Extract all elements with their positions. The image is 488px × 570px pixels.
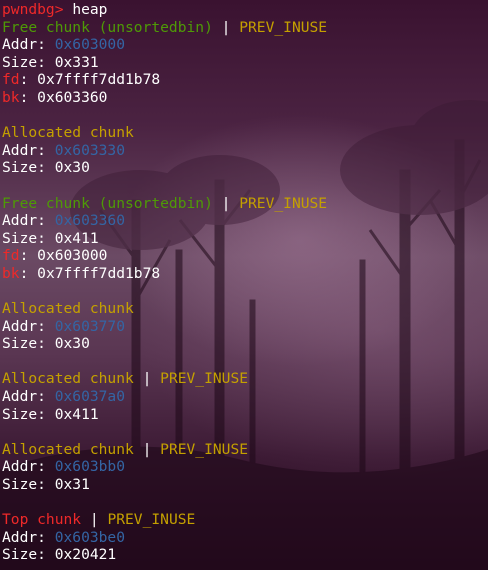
chunk-size: 0x31 <box>54 476 90 494</box>
size-label: Size: <box>2 229 55 247</box>
chunk-type: Allocated chunk <box>2 440 134 458</box>
separator: | <box>212 18 240 36</box>
chunk-header: Allocated chunk <box>2 124 488 142</box>
chunk-type: Allocated chunk <box>2 370 134 388</box>
fd-label: fd <box>2 247 20 265</box>
chunk-size: 0x411 <box>54 405 99 423</box>
separator: | <box>133 440 161 458</box>
chunk-flag: PREV_INUSE <box>239 194 328 212</box>
chunk-addr-line: Addr: 0x603be0 <box>2 529 488 547</box>
colon: : <box>19 71 38 89</box>
chunk-addr: 0x6037a0 <box>54 388 126 406</box>
size-label: Size: <box>2 159 55 177</box>
prompt-line: pwndbg> heap <box>2 1 488 19</box>
chunk-fd-line: fd: 0x603000 <box>2 247 488 265</box>
size-label: Size: <box>2 335 55 353</box>
chunk-header: Top chunk | PREV_INUSE <box>2 511 488 529</box>
chunk-type: Top chunk <box>2 511 82 529</box>
chunk-size: 0x30 <box>54 159 90 177</box>
chunk-flag: PREV_INUSE <box>160 370 249 388</box>
chunk-bk-line: bk: 0x603360 <box>2 89 488 107</box>
chunk-type: Allocated chunk <box>2 300 134 318</box>
chunk-type: Free chunk (unsortedbin) <box>2 194 213 212</box>
chunk-type: Free chunk (unsortedbin) <box>2 18 213 36</box>
addr-label: Addr: <box>2 317 55 335</box>
chunk-addr: 0x603770 <box>54 317 126 335</box>
chunk-header: Free chunk (unsortedbin) | PREV_INUSE <box>2 19 488 37</box>
addr-label: Addr: <box>2 528 55 546</box>
size-label: Size: <box>2 53 55 71</box>
chunk-size-line: Size: 0x30 <box>2 159 488 177</box>
size-label: Size: <box>2 476 55 494</box>
bk-label: bk <box>2 264 20 282</box>
separator: | <box>212 194 240 212</box>
chunk-bk-line: bk: 0x7ffff7dd1b78 <box>2 265 488 283</box>
chunk-fd-line: fd: 0x7ffff7dd1b78 <box>2 71 488 89</box>
chunk-header: Allocated chunk <box>2 300 488 318</box>
addr-label: Addr: <box>2 141 55 159</box>
chunk-addr: 0x603000 <box>54 36 126 54</box>
chunk-flag: PREV_INUSE <box>239 18 328 36</box>
chunk-size: 0x20421 <box>54 546 117 564</box>
chunk-size-line: Size: 0x411 <box>2 406 488 424</box>
chunk-size-line: Size: 0x331 <box>2 54 488 72</box>
separator: | <box>133 370 161 388</box>
terminal-window[interactable]: pwndbg> heap Free chunk (unsortedbin) | … <box>0 0 488 570</box>
size-label: Size: <box>2 405 55 423</box>
chunk-addr-line: Addr: 0x6037a0 <box>2 388 488 406</box>
chunk-addr-line: Addr: 0x603bb0 <box>2 458 488 476</box>
chunk-fd: 0x603000 <box>37 247 108 265</box>
chunk-addr: 0x603330 <box>54 141 126 159</box>
chunk-addr-line: Addr: 0x603360 <box>2 212 488 230</box>
chunk-addr: 0x603360 <box>54 212 126 230</box>
chunk-bk: 0x7ffff7dd1b78 <box>37 264 161 282</box>
fd-label: fd <box>2 71 20 89</box>
chunk-size: 0x331 <box>54 53 99 71</box>
chunk-size-line: Size: 0x20421 <box>2 546 488 564</box>
chunk-header: Free chunk (unsortedbin) | PREV_INUSE <box>2 195 488 213</box>
chunk-addr: 0x603bb0 <box>54 458 126 476</box>
chunk-addr-line: Addr: 0x603330 <box>2 142 488 160</box>
addr-label: Addr: <box>2 458 55 476</box>
addr-label: Addr: <box>2 212 55 230</box>
prompt: pwndbg> <box>2 1 64 18</box>
chunk-header: Allocated chunk | PREV_INUSE <box>2 370 488 388</box>
colon: : <box>19 247 38 265</box>
command-text: heap <box>72 1 108 18</box>
terminal-output[interactable]: pwndbg> heap Free chunk (unsortedbin) | … <box>2 1 488 564</box>
chunk-size-line: Size: 0x411 <box>2 230 488 248</box>
chunk-addr-line: Addr: 0x603770 <box>2 318 488 336</box>
separator: | <box>81 511 108 529</box>
chunk-size-line: Size: 0x31 <box>2 476 488 494</box>
chunk-addr-line: Addr: 0x603000 <box>2 36 488 54</box>
chunk-size: 0x30 <box>54 335 90 353</box>
chunk-type: Allocated chunk <box>2 124 134 142</box>
chunk-size: 0x411 <box>54 229 99 247</box>
chunk-flag: PREV_INUSE <box>160 440 249 458</box>
addr-label: Addr: <box>2 36 55 54</box>
colon: : <box>19 264 38 282</box>
chunk-addr: 0x603be0 <box>54 528 126 546</box>
chunk-flag: PREV_INUSE <box>107 511 196 529</box>
chunk-bk: 0x603360 <box>37 88 108 106</box>
colon: : <box>19 88 38 106</box>
chunk-size-line: Size: 0x30 <box>2 335 488 353</box>
size-label: Size: <box>2 546 55 564</box>
chunk-fd: 0x7ffff7dd1b78 <box>37 71 161 89</box>
bk-label: bk <box>2 88 20 106</box>
addr-label: Addr: <box>2 388 55 406</box>
chunk-header: Allocated chunk | PREV_INUSE <box>2 441 488 459</box>
